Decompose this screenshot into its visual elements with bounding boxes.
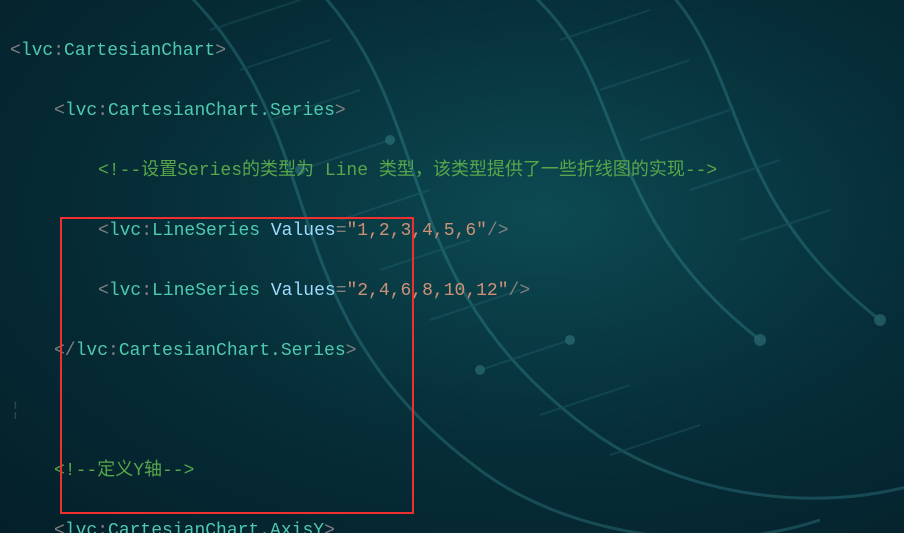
code-line: </lvc:CartesianChart.Series> bbox=[0, 336, 904, 366]
code-block: <lvc:CartesianChart> <lvc:CartesianChart… bbox=[0, 0, 904, 533]
code-line: ¦ bbox=[0, 396, 904, 426]
code-line: <lvc:CartesianChart> bbox=[0, 36, 904, 66]
code-line: <lvc:LineSeries Values="2,4,6,8,10,12"/> bbox=[0, 276, 904, 306]
code-line: <lvc:CartesianChart.AxisY> bbox=[0, 516, 904, 533]
code-line: <lvc:CartesianChart.Series> bbox=[0, 96, 904, 126]
code-line: <!--设置Series的类型为 Line 类型，该类型提供了一些折线图的实现-… bbox=[0, 156, 904, 186]
code-line: <!--定义Y轴--> bbox=[0, 456, 904, 486]
code-line: <lvc:LineSeries Values="1,2,3,4,5,6"/> bbox=[0, 216, 904, 246]
